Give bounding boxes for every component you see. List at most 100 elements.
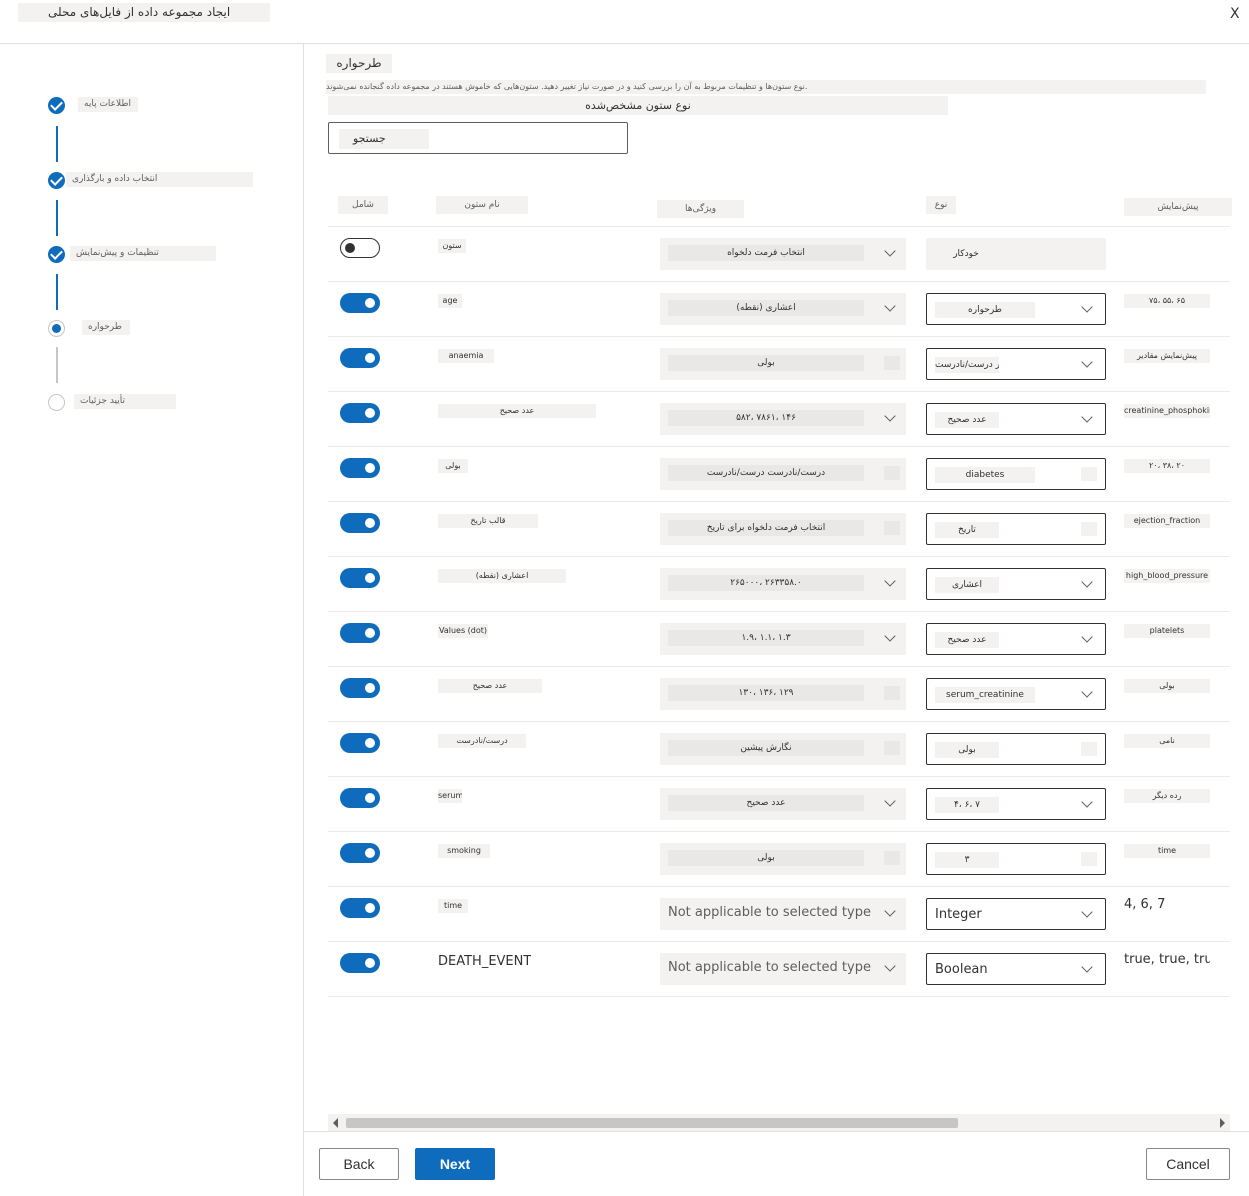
properties-dropdown[interactable]: انتخاب فرمت دلخواه برای تاریخ [660,513,906,545]
type-dropdown[interactable]: طرحواره [926,293,1106,325]
type-dropdown[interactable]: عدد صحیح [926,403,1106,435]
type-value: خودکار [934,246,998,262]
preview-value: ۲۰، ۳۸، ۲۰ [1124,459,1210,473]
properties-dropdown[interactable]: اعشاری (نقطه) [660,293,906,325]
preview-value: true, true, true [1124,952,1210,967]
type-dropdown[interactable]: خودکار [926,238,1106,270]
type-dropdown[interactable]: diabetes [926,458,1106,490]
properties-dropdown[interactable]: ۲۶۵۰۰۰، ۲۶۳۳۵۸.۰ [660,568,906,600]
properties-value: بولی [668,355,864,371]
spin-icon[interactable] [1082,246,1098,260]
next-button[interactable]: Next [415,1148,495,1180]
search-input[interactable]: جستجو [328,122,628,154]
type-dropdown[interactable]: مقدار درست/نادرست [926,348,1106,380]
properties-dropdown[interactable]: ۱۳۰، ۱۳۶، ۱۲۹ [660,678,906,710]
wizard-steps-sidebar: اطلاعات پایه انتخاب داده و بارگذاری تنظی… [0,44,304,1196]
include-toggle[interactable] [340,238,380,258]
column-name: time [438,899,468,913]
chevron-down-icon [1081,686,1093,698]
properties-dropdown[interactable]: ۵۸۲، ۷۸۶۱، ۱۴۶ [660,403,906,435]
properties-dropdown[interactable]: درست/نادرست درست/نادرست [660,458,906,490]
include-toggle[interactable] [340,513,380,533]
scroll-left-icon[interactable] [333,1118,338,1128]
include-toggle[interactable] [340,898,380,918]
close-icon[interactable]: X [1230,6,1240,22]
spin-icon[interactable] [884,741,900,755]
col-header-type: نوع [926,196,956,214]
type-dropdown[interactable]: بولی [926,733,1106,765]
chevron-down-icon [1081,301,1093,313]
properties-value: عدد صحیح [668,795,864,811]
spin-icon[interactable] [1081,522,1097,536]
type-dropdown[interactable]: ۳ [926,843,1106,875]
column-name: بولی [438,459,468,473]
preview-value: ۷۵، ۵۵، ۶۵ [1124,294,1210,308]
table-row: عدد صحیح ۱۳۰، ۱۳۶، ۱۲۹ serum_creatinine بول… [328,666,1230,721]
properties-dropdown[interactable]: عدد صحیح [660,788,906,820]
horizontal-scrollbar[interactable] [328,1114,1230,1132]
include-toggle[interactable] [340,458,380,478]
properties-value: Not applicable to selected type [668,960,871,975]
cancel-button[interactable]: Cancel [1146,1148,1230,1180]
check-circle-icon [48,97,65,114]
table-row: Values (dot) ۱.۹، ۱.۱، ۱.۳ عدد صحیح platele… [328,611,1230,666]
chevron-down-icon [1081,411,1093,423]
include-toggle[interactable] [340,623,380,643]
type-dropdown[interactable]: Boolean [926,953,1106,985]
type-dropdown[interactable]: تاریخ [926,513,1106,545]
include-toggle[interactable] [340,788,380,808]
spin-icon[interactable] [1081,467,1097,481]
step-label: انتخاب داده و بارگذاری [66,172,253,187]
type-dropdown[interactable]: serum_creatinine [926,678,1106,710]
properties-value: نگارش پیشین [668,740,864,756]
column-name: Values (dot) [438,624,488,638]
scrollbar-thumb[interactable] [346,1118,958,1128]
spin-icon[interactable] [884,356,900,370]
spin-icon[interactable] [884,466,900,480]
properties-dropdown[interactable]: انتخاب فرمت دلخواه [660,238,906,270]
chevron-down-icon [1081,796,1093,808]
preview-value [1124,239,1210,253]
step-label: تأیید جزئیات [74,394,176,409]
properties-dropdown[interactable]: Not applicable to selected type [660,898,906,930]
properties-dropdown[interactable]: Not applicable to selected type [660,953,906,985]
properties-dropdown[interactable]: بولی [660,348,906,380]
preview-value: time [1124,844,1210,858]
include-toggle[interactable] [340,568,380,588]
scroll-right-icon[interactable] [1220,1118,1225,1128]
properties-dropdown[interactable]: بولی [660,843,906,875]
include-toggle[interactable] [340,348,380,368]
type-dropdown[interactable]: ۴، ۶، ۷ [926,788,1106,820]
include-toggle[interactable] [340,293,380,313]
spin-icon[interactable] [1081,742,1097,756]
spin-icon[interactable] [884,851,900,865]
chevron-down-icon [1081,906,1093,918]
properties-value: ۱۳۰، ۱۳۶، ۱۲۹ [668,685,864,701]
column-name: قالب تاریخ [438,514,538,528]
type-dropdown[interactable]: Integer [926,898,1106,930]
column-name: anaemia [438,349,494,363]
properties-value: بولی [668,850,864,866]
include-toggle[interactable] [340,678,380,698]
type-value: Boolean [935,962,988,977]
include-toggle[interactable] [340,403,380,423]
column-name: DEATH_EVENT [438,954,532,969]
chevron-down-icon [884,410,896,422]
properties-value: Not applicable to selected type [668,905,871,920]
type-value: ۳ [935,852,999,868]
type-value: serum_creatinine [935,687,1035,703]
include-toggle[interactable] [340,953,380,973]
type-dropdown[interactable]: اعشاری [926,568,1106,600]
properties-dropdown[interactable]: ۱.۹، ۱.۱، ۱.۳ [660,623,906,655]
step-connector [56,347,58,383]
spin-icon[interactable] [884,521,900,535]
include-toggle[interactable] [340,733,380,753]
type-dropdown[interactable]: عدد صحیح [926,623,1106,655]
back-button[interactable]: Back [319,1148,399,1180]
table-row: age اعشاری (نقطه) طرحواره ۷۵، ۵۵، ۶۵ [328,281,1230,336]
include-toggle[interactable] [340,843,380,863]
properties-dropdown[interactable]: نگارش پیشین [660,733,906,765]
col-header-properties: ویژگی‌ها [657,200,744,218]
spin-icon[interactable] [1081,852,1097,866]
spin-icon[interactable] [884,686,900,700]
